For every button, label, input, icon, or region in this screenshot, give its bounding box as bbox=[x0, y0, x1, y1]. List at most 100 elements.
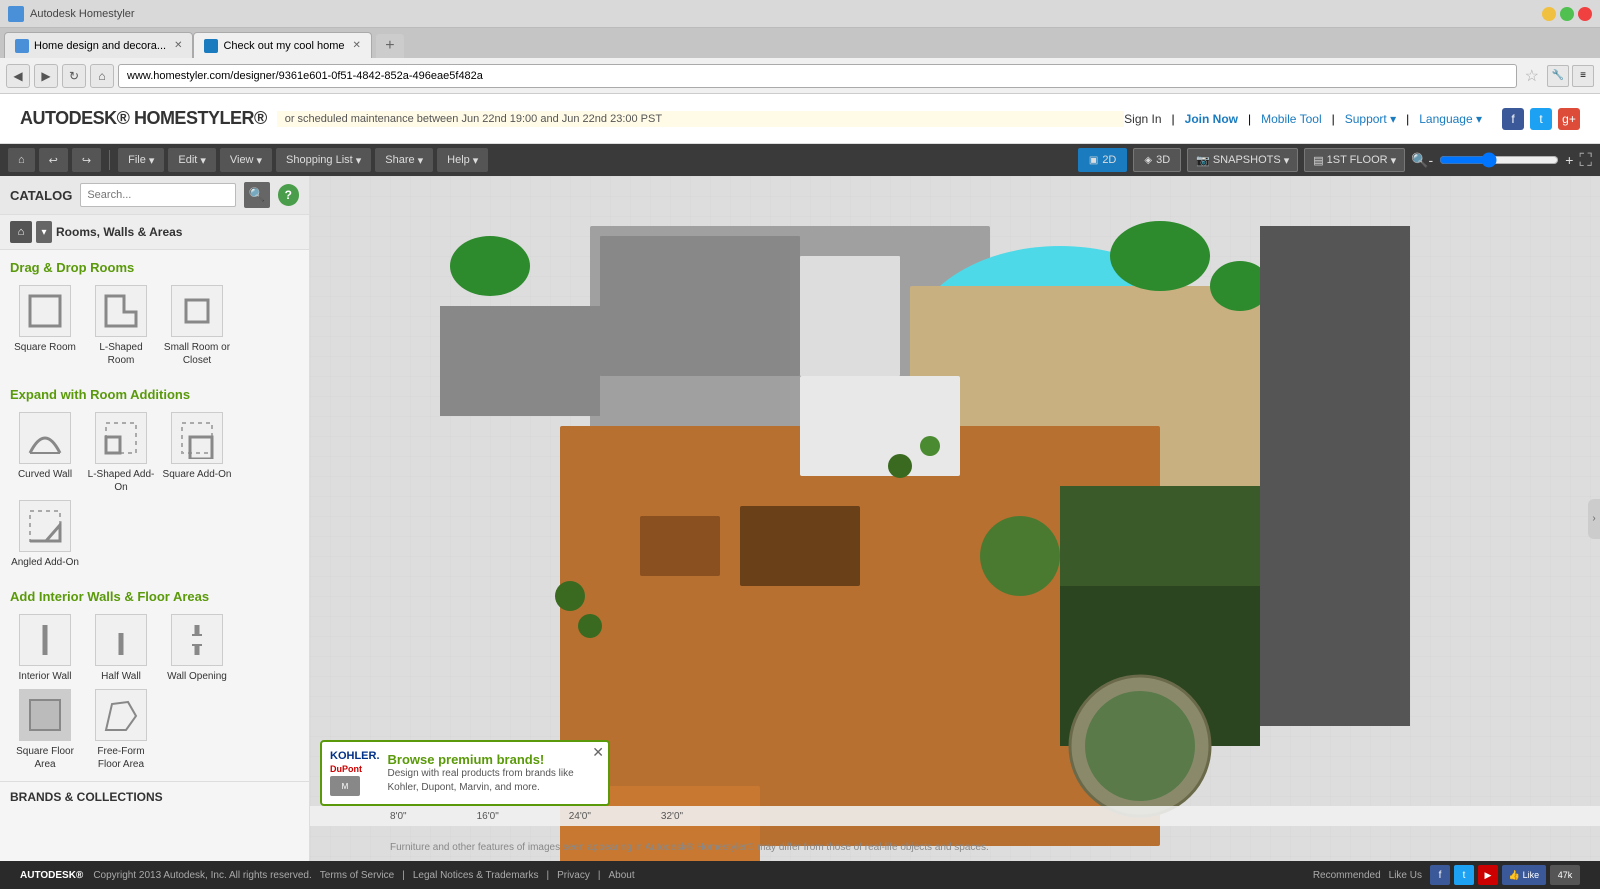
browser-icon bbox=[8, 6, 24, 22]
language-link[interactable]: Language ▾ bbox=[1419, 112, 1482, 126]
mobile-tool-link[interactable]: Mobile Tool bbox=[1261, 112, 1321, 126]
square-addon-label: Square Add-On bbox=[163, 468, 232, 481]
googleplus-icon[interactable]: g+ bbox=[1558, 108, 1580, 130]
address-input[interactable] bbox=[118, 64, 1517, 88]
minimize-btn[interactable] bbox=[1542, 7, 1556, 21]
catalog-search-input[interactable] bbox=[80, 183, 236, 207]
ad-close-btn[interactable]: ✕ bbox=[592, 744, 604, 761]
footer-brand: AUTODESK® bbox=[20, 870, 83, 881]
zoom-slider[interactable] bbox=[1439, 151, 1559, 169]
free-form-floor-label: Free-Form Floor Area bbox=[86, 745, 156, 771]
btn-2d[interactable]: ▣ 2D bbox=[1078, 148, 1128, 172]
fullscreen-icon[interactable]: ⛶ bbox=[1579, 150, 1592, 171]
maximize-btn[interactable] bbox=[1560, 7, 1574, 21]
header-links: Sign In | Join Now | Mobile Tool | Suppo… bbox=[1124, 108, 1580, 130]
room-additions-grid: Curved Wall L-Shaped Add-On bbox=[0, 408, 309, 579]
search-button[interactable]: 🔍 bbox=[244, 182, 269, 208]
home-icon: ⌂ bbox=[18, 154, 25, 166]
tab-1[interactable]: Home design and decora... ✕ bbox=[4, 32, 193, 58]
half-wall-label: Half Wall bbox=[101, 670, 141, 683]
angled-addon-item[interactable]: Angled Add-On bbox=[10, 500, 80, 569]
social-links: f t g+ bbox=[1502, 108, 1580, 130]
new-tab-btn[interactable]: + bbox=[376, 34, 404, 58]
interior-wall-item[interactable]: Interior Wall bbox=[10, 614, 80, 683]
footer-social: f t ▶ 👍 Like 47k bbox=[1430, 865, 1580, 885]
half-wall-item[interactable]: Half Wall bbox=[86, 614, 156, 683]
sign-in-link[interactable]: Sign In bbox=[1124, 112, 1161, 126]
footer-links: Terms of Service | Legal Notices & Trade… bbox=[320, 870, 635, 881]
zoom-out-icon[interactable]: 🔍- bbox=[1411, 152, 1433, 169]
footer-copyright: Copyright 2013 Autodesk, Inc. All rights… bbox=[93, 870, 311, 881]
browser-frame: Autodesk Homestyler Home design and deco… bbox=[0, 0, 1600, 94]
floor-btn[interactable]: ▤ 1ST FLOOR ▾ bbox=[1304, 148, 1405, 172]
undo-btn[interactable]: ↩ bbox=[39, 148, 68, 172]
toolbar-right: ▣ 2D ◈ 3D 📷 SNAPSHOTS ▾ ▤ 1ST FLOOR ▾ 🔍-… bbox=[1078, 148, 1592, 172]
free-form-floor-item[interactable]: Free-Form Floor Area bbox=[86, 689, 156, 771]
redo-btn[interactable]: ↪ bbox=[72, 148, 101, 172]
l-shaped-addon-label: L-Shaped Add-On bbox=[86, 468, 156, 494]
file-menu[interactable]: File ▾ bbox=[118, 148, 164, 172]
square-addon-item[interactable]: Square Add-On bbox=[162, 412, 232, 494]
drag-drop-rooms-grid: Square Room L-Shaped Room Small Room bbox=[0, 281, 309, 377]
ruler-mark-2: 16'0" bbox=[477, 811, 499, 822]
small-room-closet-item[interactable]: Small Room or Closet bbox=[162, 285, 232, 367]
tab-2-close[interactable]: ✕ bbox=[353, 40, 361, 51]
small-room-closet-label: Small Room or Closet bbox=[162, 341, 232, 367]
scroll-indicator[interactable]: › bbox=[1588, 499, 1600, 539]
l-shaped-room-label: L-Shaped Room bbox=[86, 341, 156, 367]
help-button[interactable]: ? bbox=[278, 184, 299, 206]
l-shaped-addon-item[interactable]: L-Shaped Add-On bbox=[86, 412, 156, 494]
square-floor-area-icon bbox=[19, 689, 71, 741]
share-menu[interactable]: Share ▾ bbox=[375, 148, 433, 172]
twitter-icon[interactable]: t bbox=[1530, 108, 1552, 130]
edit-menu[interactable]: Edit ▾ bbox=[168, 148, 216, 172]
back-button[interactable]: ◀ bbox=[6, 64, 30, 88]
wall-opening-item[interactable]: Wall Opening bbox=[162, 614, 232, 683]
tab-1-icon bbox=[15, 39, 29, 53]
home-icon-btn[interactable]: ⌂ bbox=[8, 148, 35, 172]
help-menu[interactable]: Help ▾ bbox=[437, 148, 488, 172]
legal-link[interactable]: Legal Notices & Trademarks bbox=[413, 870, 539, 881]
maintenance-bar: or scheduled maintenance between Jun 22n… bbox=[277, 111, 1124, 127]
footer-right: Recommended Like Us f t ▶ 👍 Like 47k bbox=[1313, 865, 1580, 885]
tab-2[interactable]: Check out my cool home ✕ bbox=[193, 32, 371, 58]
interior-walls-grid: Interior Wall Half Wall bbox=[0, 610, 309, 781]
privacy-link[interactable]: Privacy bbox=[557, 870, 590, 881]
extensions-btn[interactable]: 🔧 bbox=[1547, 65, 1569, 87]
dupont-logo: DuPont bbox=[330, 764, 380, 774]
l-shaped-room-item[interactable]: L-Shaped Room bbox=[86, 285, 156, 367]
bookmark-icon[interactable]: ☆ bbox=[1525, 66, 1539, 86]
canvas-area[interactable]: 8'0" 16'0" 24'0" 32'0" ✕ KOHLER. DuPont … bbox=[310, 176, 1600, 861]
tab-1-close[interactable]: ✕ bbox=[174, 40, 182, 51]
about-link[interactable]: About bbox=[608, 870, 634, 881]
close-btn[interactable] bbox=[1578, 7, 1592, 21]
wall-opening-icon bbox=[171, 614, 223, 666]
snapshots-btn[interactable]: 📷 SNAPSHOTS ▾ bbox=[1187, 148, 1298, 172]
join-now-link[interactable]: Join Now bbox=[1185, 112, 1238, 126]
catalog-label: CATALOG bbox=[10, 188, 72, 203]
breadcrumb-home-btn[interactable]: ⌂ bbox=[10, 221, 32, 243]
breadcrumb-arrow[interactable]: ▾ bbox=[36, 221, 52, 243]
terms-link[interactable]: Terms of Service bbox=[320, 870, 394, 881]
zoom-in-icon[interactable]: + bbox=[1565, 152, 1573, 168]
footer-count: 47k bbox=[1550, 865, 1580, 885]
square-room-item[interactable]: Square Room bbox=[10, 285, 80, 367]
logo-text: AUTODESK® HOMESTYLER® bbox=[20, 108, 267, 128]
home-button[interactable]: ⌂ bbox=[90, 64, 114, 88]
footer-twitter-icon[interactable]: t bbox=[1454, 865, 1474, 885]
forward-button[interactable]: ▶ bbox=[34, 64, 58, 88]
l-shaped-addon-icon bbox=[95, 412, 147, 464]
footer-like-btn[interactable]: 👍 Like bbox=[1502, 865, 1546, 885]
btn-3d[interactable]: ◈ 3D bbox=[1133, 148, 1181, 172]
ad-text: Browse premium brands! Design with real … bbox=[388, 752, 601, 795]
refresh-button[interactable]: ↻ bbox=[62, 64, 86, 88]
shopping-list-menu[interactable]: Shopping List ▾ bbox=[276, 148, 371, 172]
footer-facebook-icon[interactable]: f bbox=[1430, 865, 1450, 885]
curved-wall-item[interactable]: Curved Wall bbox=[10, 412, 80, 494]
facebook-icon[interactable]: f bbox=[1502, 108, 1524, 130]
view-menu[interactable]: View ▾ bbox=[220, 148, 272, 172]
square-floor-area-item[interactable]: Square Floor Area bbox=[10, 689, 80, 771]
footer-youtube-icon[interactable]: ▶ bbox=[1478, 865, 1498, 885]
support-link[interactable]: Support ▾ bbox=[1345, 112, 1396, 126]
menu-btn[interactable]: ≡ bbox=[1572, 65, 1594, 87]
